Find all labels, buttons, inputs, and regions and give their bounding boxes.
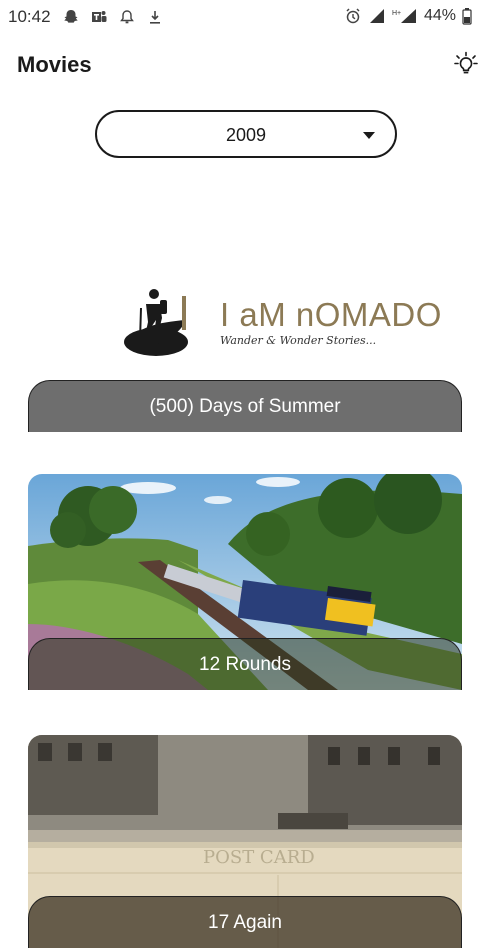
movie-card[interactable]: 12 Rounds bbox=[28, 474, 462, 690]
signal-icon bbox=[369, 9, 384, 23]
svg-text:POST CARD: POST CARD bbox=[203, 847, 315, 868]
battery-percent: 44% bbox=[423, 7, 456, 24]
movie-card[interactable]: I aM nOMADO Wander & Wonder Stories... (… bbox=[28, 210, 462, 432]
movie-card[interactable]: POST CARD 17 Again bbox=[28, 735, 462, 948]
alarm-icon bbox=[346, 8, 360, 24]
status-right: H+ 44% bbox=[344, 7, 472, 25]
status-bar: 10:42 H+ 44% bbox=[0, 0, 484, 34]
chevron-down-icon bbox=[363, 132, 375, 139]
battery-icon bbox=[462, 8, 472, 25]
bell-icon bbox=[120, 10, 134, 24]
svg-text:H+: H+ bbox=[392, 10, 401, 17]
download-icon bbox=[150, 11, 160, 24]
snapchat-icon bbox=[64, 10, 78, 23]
teams-icon bbox=[92, 11, 107, 22]
status-time: 10:42 bbox=[8, 7, 51, 26]
movie-title: (500) Days of Summer bbox=[28, 380, 462, 432]
movie-title: 17 Again bbox=[28, 896, 462, 948]
notification-icons bbox=[62, 8, 164, 26]
logo-title: I aM nOMADO bbox=[220, 296, 442, 333]
page-title: Movies bbox=[17, 52, 92, 77]
lightbulb-icon[interactable] bbox=[452, 50, 480, 78]
year-dropdown-value: 2009 bbox=[225, 125, 267, 145]
logo-tagline: Wander & Wonder Stories... bbox=[220, 334, 377, 347]
year-dropdown[interactable]: 2009 bbox=[95, 110, 397, 158]
movie-title: 12 Rounds bbox=[28, 638, 462, 690]
signal-hplus-icon: H+ bbox=[392, 9, 416, 23]
